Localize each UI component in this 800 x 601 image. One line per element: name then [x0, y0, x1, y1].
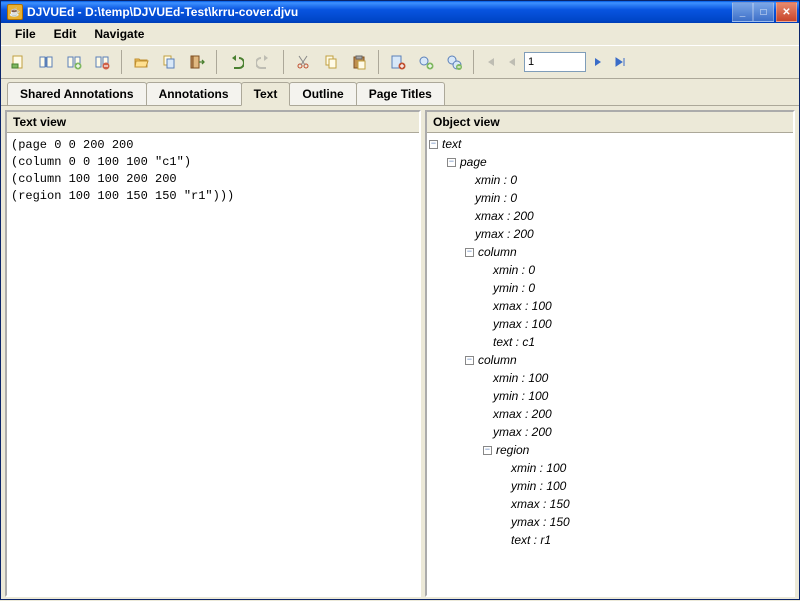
- text-line: (column 0 0 100 100 "c1"): [11, 154, 415, 171]
- text-view-body[interactable]: (page 0 0 200 200 (column 0 0 100 100 "c…: [7, 133, 419, 595]
- object-view-header: Object view: [427, 112, 793, 133]
- tree-leaf[interactable]: ymax : 200: [475, 226, 534, 243]
- text-view-header: Text view: [7, 112, 419, 133]
- tab-outline[interactable]: Outline: [289, 82, 356, 105]
- nav-last-button[interactable]: [610, 52, 630, 72]
- node-edit-button[interactable]: [413, 49, 439, 75]
- content-area: Text view (page 0 0 200 200 (column 0 0 …: [1, 106, 799, 601]
- tree-toggle-icon[interactable]: −: [465, 248, 474, 257]
- tree-leaf[interactable]: xmax : 200: [493, 406, 552, 423]
- tree-leaf[interactable]: ymin : 100: [493, 388, 548, 405]
- tree-toggle-icon[interactable]: −: [447, 158, 456, 167]
- tab-bar: Shared Annotations Annotations Text Outl…: [1, 79, 799, 106]
- title-bar: ☕ DJVUEd - D:\temp\DJVUEd-Test\krru-cove…: [1, 1, 799, 23]
- tree-toggle-icon[interactable]: −: [429, 140, 438, 149]
- copy-button[interactable]: [318, 49, 344, 75]
- tab-shared-annotations[interactable]: Shared Annotations: [7, 82, 147, 105]
- tree-leaf[interactable]: ymax : 150: [511, 514, 570, 531]
- tree-node-text[interactable]: text: [442, 136, 461, 153]
- text-line: (column 100 100 200 200: [11, 171, 415, 188]
- tree-leaf[interactable]: ymax : 100: [493, 316, 552, 333]
- tree-leaf[interactable]: ymax : 200: [493, 424, 552, 441]
- tree-node-region[interactable]: region: [496, 442, 529, 459]
- open-book-button[interactable]: [33, 49, 59, 75]
- tree-leaf[interactable]: xmin : 0: [493, 262, 535, 279]
- menu-navigate[interactable]: Navigate: [86, 25, 152, 43]
- folder-open-button[interactable]: [128, 49, 154, 75]
- book-add-button[interactable]: [61, 49, 87, 75]
- close-button[interactable]: ✕: [776, 2, 797, 22]
- node-delete-button[interactable]: [441, 49, 467, 75]
- tree-leaf[interactable]: xmin : 100: [511, 460, 566, 477]
- new-doc-button[interactable]: [5, 49, 31, 75]
- menu-edit[interactable]: Edit: [46, 25, 85, 43]
- book-remove-button[interactable]: [89, 49, 115, 75]
- toolbar: [1, 45, 799, 79]
- tree-leaf[interactable]: text : c1: [493, 334, 535, 351]
- page-number-input[interactable]: [524, 52, 586, 72]
- redo-button: [251, 49, 277, 75]
- tab-page-titles[interactable]: Page Titles: [356, 82, 445, 105]
- tree-leaf[interactable]: ymin : 100: [511, 478, 566, 495]
- tree-leaf[interactable]: xmax : 100: [493, 298, 552, 315]
- exit-button[interactable]: [184, 49, 210, 75]
- tree-leaf[interactable]: xmax : 200: [475, 208, 534, 225]
- nav-first-button: [480, 52, 500, 72]
- app-icon: ☕: [7, 4, 23, 20]
- menu-file[interactable]: File: [7, 25, 44, 43]
- menu-bar: File Edit Navigate: [1, 23, 799, 45]
- tab-annotations[interactable]: Annotations: [146, 82, 242, 105]
- tree-node-column[interactable]: column: [478, 244, 517, 261]
- object-tree[interactable]: −text −page xmin : 0 ymin : 0 xmax : 200…: [427, 133, 793, 595]
- text-line: (region 100 100 150 150 "r1"))): [11, 188, 415, 205]
- node-add-button[interactable]: [385, 49, 411, 75]
- object-view-panel: Object view −text −page xmin : 0 ymin : …: [425, 110, 795, 597]
- tree-leaf[interactable]: ymin : 0: [493, 280, 535, 297]
- copy-doc-button[interactable]: [156, 49, 182, 75]
- tree-leaf[interactable]: ymin : 0: [475, 190, 517, 207]
- nav-prev-button: [502, 52, 522, 72]
- tree-leaf[interactable]: xmin : 0: [475, 172, 517, 189]
- tree-node-column[interactable]: column: [478, 352, 517, 369]
- tree-leaf[interactable]: xmax : 150: [511, 496, 570, 513]
- tree-leaf[interactable]: xmin : 100: [493, 370, 548, 387]
- minimize-button[interactable]: _: [732, 2, 753, 22]
- tree-toggle-icon[interactable]: −: [483, 446, 492, 455]
- cut-button[interactable]: [290, 49, 316, 75]
- text-view-panel: Text view (page 0 0 200 200 (column 0 0 …: [5, 110, 421, 597]
- tab-text[interactable]: Text: [241, 82, 291, 106]
- window-title: DJVUEd - D:\temp\DJVUEd-Test\krru-cover.…: [27, 5, 732, 19]
- tree-toggle-icon[interactable]: −: [465, 356, 474, 365]
- undo-button[interactable]: [223, 49, 249, 75]
- tree-node-page[interactable]: page: [460, 154, 487, 171]
- maximize-button[interactable]: □: [753, 2, 774, 22]
- text-line: (page 0 0 200 200: [11, 137, 415, 154]
- nav-next-button[interactable]: [588, 52, 608, 72]
- paste-button[interactable]: [346, 49, 372, 75]
- tree-leaf[interactable]: text : r1: [511, 532, 551, 549]
